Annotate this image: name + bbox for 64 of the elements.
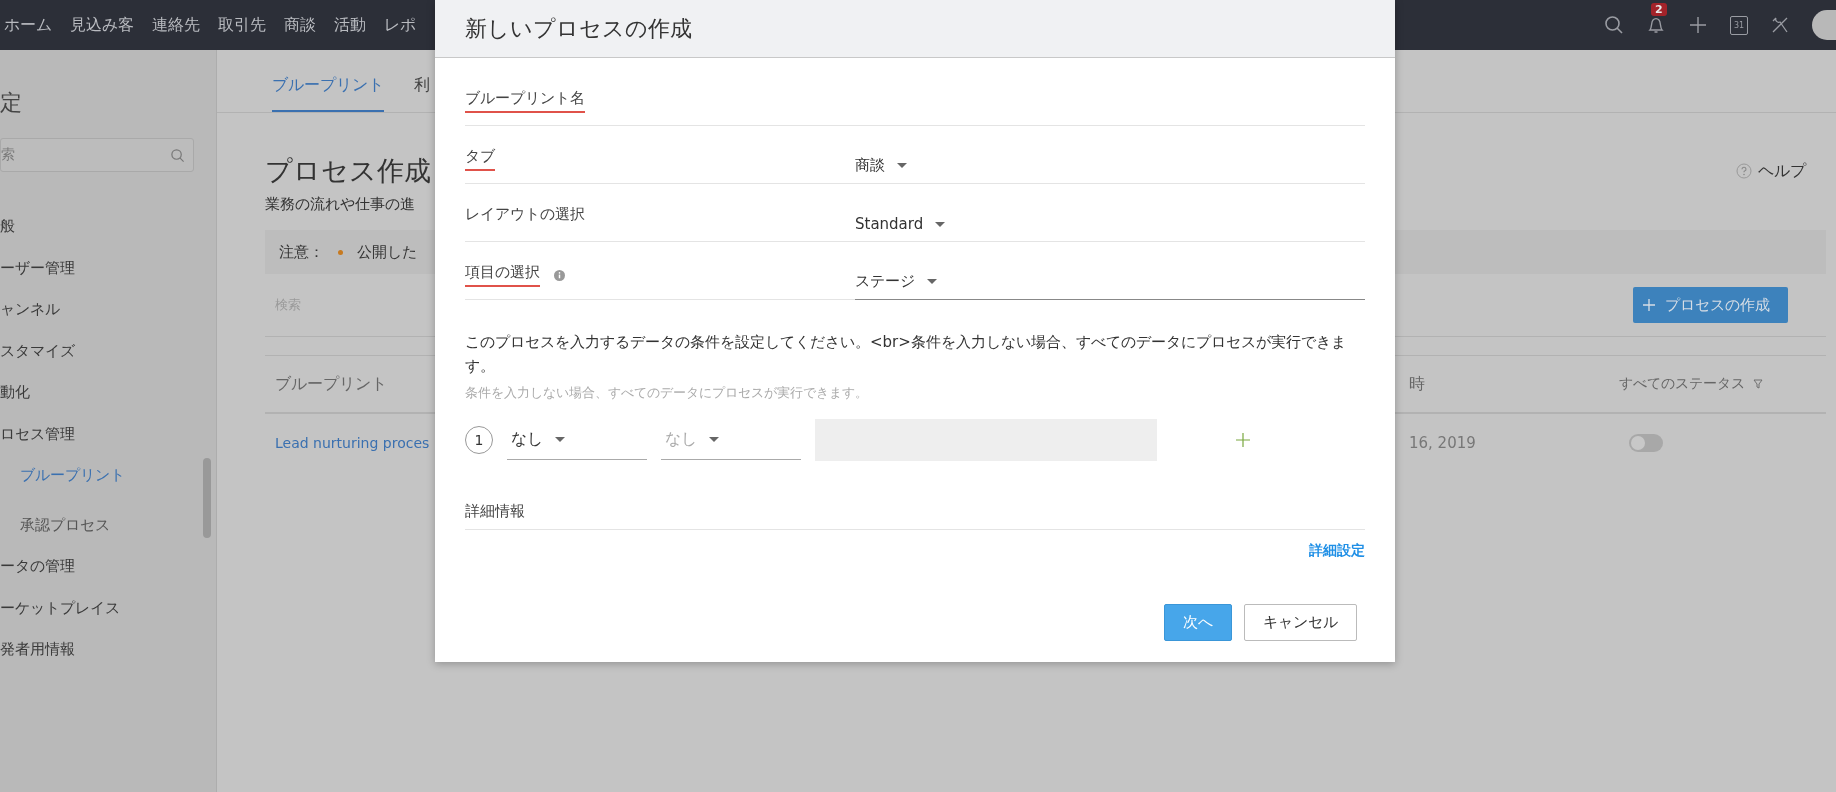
info-icon[interactable] bbox=[554, 269, 565, 281]
dropdown[interactable]: Standard bbox=[855, 215, 1365, 241]
caret-icon bbox=[709, 437, 719, 442]
page-subtitle: 業務の流れや仕事の進 bbox=[265, 195, 415, 214]
tab[interactable]: 利 bbox=[414, 75, 430, 112]
nav-tab[interactable]: 活動 bbox=[334, 14, 366, 36]
column-header[interactable]: すべてのステータス bbox=[1619, 375, 1745, 393]
table-cell-text: 16, 2019 bbox=[1409, 434, 1477, 452]
notice-label: 注意： bbox=[279, 242, 324, 262]
tools-icon[interactable] bbox=[1770, 15, 1790, 35]
search-icon bbox=[170, 147, 185, 163]
dropdown[interactable]: ステージ bbox=[855, 272, 1365, 300]
sidebar-title: 定 bbox=[0, 89, 23, 117]
nav-tab[interactable]: 見込み客 bbox=[70, 14, 134, 36]
sidebar-item[interactable]: 発者用情報 bbox=[0, 629, 216, 671]
field-label: レイアウトの選択 bbox=[465, 205, 585, 224]
advanced-settings-link[interactable]: 詳細設定 bbox=[1309, 542, 1365, 560]
plus-icon[interactable] bbox=[1688, 15, 1708, 35]
sidebar-item[interactable]: ータの管理 bbox=[0, 546, 216, 588]
nav-tab[interactable]: 取引先 bbox=[218, 14, 266, 36]
dropdown[interactable]: 商談 bbox=[855, 156, 1365, 183]
nav-tab[interactable]: レポ bbox=[384, 14, 416, 36]
plus-icon[interactable] bbox=[1236, 433, 1250, 447]
search-icon[interactable] bbox=[1604, 15, 1624, 35]
cancel-button[interactable]: キャンセル bbox=[1244, 604, 1357, 641]
sidebar-item[interactable]: 動化 bbox=[0, 372, 216, 414]
plus-icon bbox=[1643, 299, 1655, 311]
sidebar-item[interactable]: ーザー管理 bbox=[0, 247, 216, 289]
page-title: プロセス作成 bbox=[265, 154, 431, 188]
field-label: ブループリント名 bbox=[465, 89, 585, 113]
scrollbar[interactable] bbox=[203, 458, 211, 538]
nav-tab[interactable]: 商談 bbox=[284, 14, 316, 36]
section-label: 詳細情報 bbox=[465, 502, 1365, 530]
notice-text: 公開した bbox=[357, 242, 417, 262]
description: このプロセスを入力するデータの条件を設定してください。<br>条件を入力しない場合、すべてのデータにプロセスが実行できます。 bbox=[465, 332, 1347, 377]
nav-tab[interactable]: 連絡先 bbox=[152, 14, 200, 36]
dialog-title: 新しいプロセスの作成 bbox=[465, 14, 692, 43]
filter-icon[interactable] bbox=[1753, 379, 1763, 389]
field-dropdown[interactable]: なし bbox=[507, 420, 647, 460]
calendar-icon[interactable]: 31 bbox=[1730, 15, 1748, 35]
field-label: タブ bbox=[465, 147, 495, 171]
sidebar-item[interactable]: 般 bbox=[0, 206, 216, 248]
caret-icon bbox=[897, 163, 907, 168]
nav-tab[interactable]: ホーム bbox=[4, 14, 52, 36]
hint-text: 条件を入力しない場合、すべてのデータにプロセスが実行できます。 bbox=[465, 384, 869, 402]
field-label: 項目の選択 bbox=[465, 263, 540, 287]
status-toggle[interactable] bbox=[1629, 434, 1663, 452]
sidebar-item[interactable]: スタマイズ bbox=[0, 330, 216, 372]
help-link[interactable]: ヘルプ bbox=[1758, 160, 1806, 182]
bullet-icon bbox=[338, 249, 343, 255]
sidebar-item[interactable]: ーケットプレイス bbox=[0, 587, 216, 629]
caret-icon bbox=[935, 221, 946, 227]
help-icon[interactable] bbox=[1736, 163, 1752, 179]
avatar[interactable] bbox=[1812, 10, 1836, 40]
column-header: 時 bbox=[1409, 373, 1426, 395]
sidebar-item[interactable]: ャンネル bbox=[0, 289, 216, 331]
notification-badge: 2 bbox=[1651, 3, 1667, 16]
caret-icon bbox=[555, 437, 565, 442]
sidebar-item[interactable]: ロセス管理 bbox=[0, 413, 216, 455]
sidebar-item[interactable]: 承認プロセス bbox=[0, 504, 216, 546]
column-header: ブループリント bbox=[274, 373, 388, 395]
create-process-button[interactable]: プロセスの作成 bbox=[1633, 287, 1788, 323]
caret-icon bbox=[927, 279, 937, 284]
bell-icon[interactable] bbox=[1646, 15, 1666, 35]
